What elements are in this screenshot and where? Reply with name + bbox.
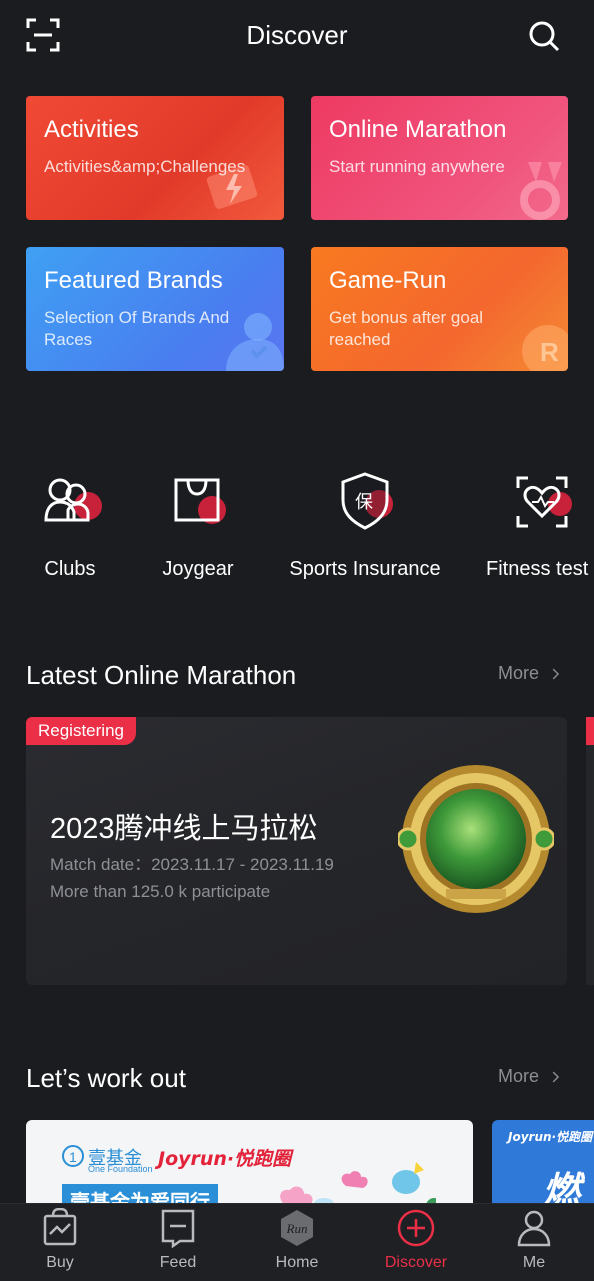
- tab-home[interactable]: Run Home: [257, 1208, 337, 1272]
- tab-label: Buy: [46, 1254, 74, 1271]
- discover-icon: [396, 1208, 436, 1248]
- quick-link-label: Clubs: [44, 558, 96, 580]
- chevron-right-icon: [552, 668, 560, 679]
- medal-image: [398, 765, 554, 913]
- marathon-date: Match date：2023.11.17 - 2023.11.19: [50, 855, 334, 874]
- tab-label: Me: [522, 1254, 546, 1271]
- tab-label: Home: [275, 1254, 319, 1271]
- card-activities[interactable]: Activities Activities&amp;Challenges: [26, 96, 284, 220]
- tab-label: Discover: [384, 1254, 448, 1271]
- fitness-heart-icon: [510, 470, 574, 534]
- search-icon[interactable]: [526, 18, 562, 54]
- card-title: Featured Brands: [44, 267, 223, 294]
- quick-link-label: Fitness test: [486, 558, 589, 580]
- tab-buy[interactable]: Buy: [20, 1207, 100, 1272]
- home-run-icon: Run: [277, 1208, 317, 1248]
- page-title: Discover: [246, 20, 348, 50]
- card-featured-brands[interactable]: Featured Brands Selection Of Brands And …: [26, 247, 284, 371]
- workout-more-link[interactable]: More: [498, 1066, 563, 1087]
- next-card-badge-peek: [586, 717, 594, 745]
- one-foundation-logo-icon: 1: [62, 1145, 84, 1167]
- logo-subtext: One Foundation: [88, 1164, 153, 1174]
- svg-text:1: 1: [69, 1149, 77, 1165]
- marathon-participants: More than 125.0 k participate: [50, 882, 271, 901]
- quick-link-joygear[interactable]: Joygear: [148, 470, 248, 581]
- card-title: Online Marathon: [329, 116, 507, 143]
- card-title: Game-Run: [329, 267, 447, 294]
- svg-text:Run: Run: [286, 1221, 308, 1236]
- more-label: More: [498, 663, 540, 683]
- quick-link-clubs[interactable]: Clubs: [30, 470, 110, 581]
- insurance-shield-icon: 保: [333, 470, 397, 534]
- chevron-right-icon: [552, 1071, 560, 1082]
- feed-icon: [158, 1208, 198, 1249]
- tab-label: Feed: [159, 1254, 197, 1271]
- svg-text:保: 保: [355, 492, 373, 513]
- quick-link-fitness-test[interactable]: Fitness test: [486, 470, 594, 581]
- card-subtitle: Activities&amp;Challenges: [44, 157, 246, 176]
- profile-icon: [514, 1208, 554, 1248]
- tab-feed[interactable]: Feed: [138, 1208, 218, 1272]
- header-bar: Discover: [0, 0, 594, 72]
- tab-me[interactable]: Me: [494, 1208, 574, 1272]
- more-label: More: [498, 1066, 540, 1086]
- section-title-marathon: Latest Online Marathon: [26, 660, 297, 690]
- shopping-bag-icon: [166, 470, 230, 534]
- quick-link-label: Sports Insurance: [289, 558, 441, 580]
- card-title: Activities: [44, 116, 139, 143]
- card-subtitle: Selection Of Brands And Races: [44, 308, 230, 349]
- clubs-icon: [38, 470, 102, 534]
- status-badge: Registering: [26, 717, 136, 745]
- card-subtitle: Start running anywhere: [329, 157, 505, 176]
- marathon-title: 2023腾冲线上马拉松: [50, 813, 318, 845]
- card-subtitle: Get bonus after goal reached: [329, 308, 484, 349]
- brand-text: Joyrun·悦跑圈: [508, 1130, 593, 1144]
- card-game-run[interactable]: R Game-Run Get bonus after goal reached: [311, 247, 568, 371]
- card-online-marathon[interactable]: Online Marathon Start running anywhere: [311, 96, 568, 220]
- next-card-peek[interactable]: [586, 717, 594, 985]
- tab-discover[interactable]: Discover: [376, 1208, 456, 1272]
- buy-icon: [40, 1207, 80, 1248]
- quick-link-sports-insurance[interactable]: 保 Sports Insurance: [282, 470, 448, 581]
- quick-link-label: Joygear: [162, 558, 234, 580]
- section-title-workout: Let’s work out: [26, 1063, 186, 1093]
- marathon-more-link[interactable]: More: [498, 663, 563, 684]
